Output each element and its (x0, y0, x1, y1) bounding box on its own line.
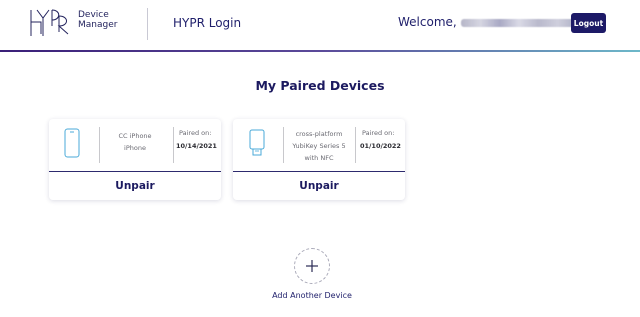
header: Device Manager HYPR Login Welcome, Logou… (0, 0, 640, 50)
welcome-prefix: Welcome, (398, 15, 457, 29)
paired-on-label: Paired on: (362, 129, 395, 137)
device-name-line: CC iPhone (118, 132, 152, 140)
header-divider (147, 8, 148, 40)
paired-date: 01/10/2022 (360, 142, 401, 150)
card-separator (173, 127, 174, 163)
device-name: CC iPhone iPhone (100, 130, 170, 154)
unpair-button[interactable]: Unpair (233, 175, 405, 197)
device-name: cross-platform YubiKey Series 5 with NFC (284, 128, 354, 164)
logo-text-line2: Manager (78, 20, 118, 30)
card-separator (355, 127, 356, 163)
device-name-line: with NFC (304, 154, 334, 162)
logo-text-line1: Device (78, 10, 109, 20)
card-divider (233, 171, 405, 172)
page-title: My Paired Devices (255, 78, 385, 93)
hypr-device-manager-logo: Device Manager (28, 6, 148, 46)
unpair-button[interactable]: Unpair (49, 175, 221, 197)
add-device-button[interactable] (294, 248, 330, 284)
device-card: cross-platform YubiKey Series 5 with NFC… (233, 119, 405, 200)
card-divider (49, 171, 221, 172)
hypr-logo-icon (30, 9, 69, 36)
paired-date: 10/14/2021 (176, 142, 217, 150)
paired-on-label: Paired on: (179, 129, 212, 137)
app-title: HYPR Login (173, 16, 242, 30)
logout-button[interactable]: Logout (571, 13, 606, 33)
device-name-line: cross-platform (295, 130, 343, 138)
device-card: CC iPhone iPhone Paired on: 10/14/2021 U… (49, 119, 221, 200)
redacted-username (460, 18, 577, 27)
logo-text: Device Manager (78, 10, 148, 30)
device-name-line: YubiKey Series 5 (292, 142, 346, 150)
header-gradient-line (0, 50, 640, 52)
smartphone-icon (64, 128, 80, 158)
plus-icon (306, 260, 318, 272)
add-device-label[interactable]: Add Another Device (0, 291, 624, 300)
welcome-message: Welcome, (398, 15, 577, 29)
security-key-icon (249, 129, 265, 156)
device-name-line: iPhone (124, 144, 146, 152)
device-card-info: CC iPhone iPhone Paired on: 10/14/2021 (49, 119, 221, 171)
device-card-info: cross-platform YubiKey Series 5 with NFC… (233, 119, 405, 171)
